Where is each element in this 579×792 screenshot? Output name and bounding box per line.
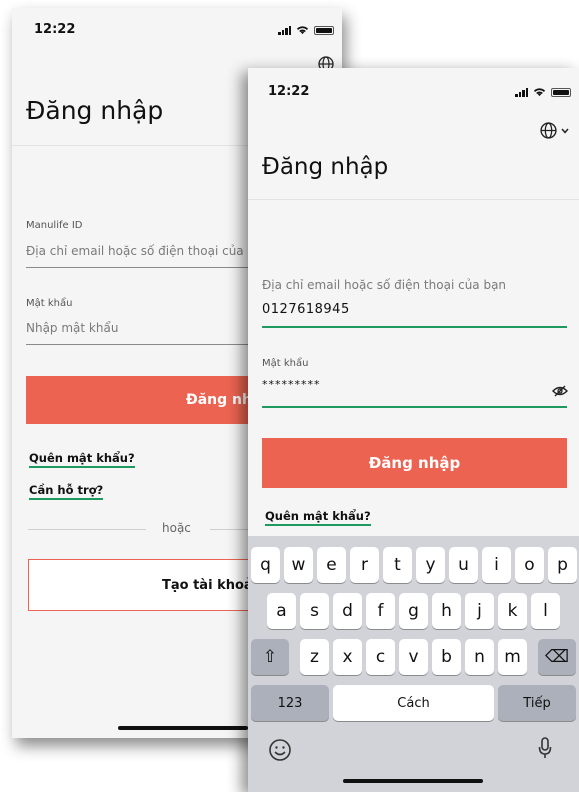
forgot-password-link[interactable]: Quên mật khẩu? [29,451,135,468]
status-icons [278,25,334,35]
numbers-key[interactable]: 123 [251,685,329,721]
status-icons [515,87,571,97]
dictation-button[interactable] [538,736,552,764]
manulife-id-label: Manulife ID [26,220,83,231]
onscreen-keyboard: q w e r t y u i o p a s d f g h j k l ⇧ … [248,536,579,792]
key-y[interactable]: y [416,547,445,583]
mic-icon [538,737,552,758]
language-selector[interactable] [540,122,569,139]
home-indicator [118,726,248,730]
page-title: Đăng nhập [262,154,389,180]
shift-key[interactable]: ⇧ [251,639,289,675]
return-key[interactable]: Tiếp [498,685,576,721]
phone-email-underline [262,326,567,328]
key-v[interactable]: v [399,639,428,675]
key-a[interactable]: a [267,593,296,629]
home-indicator [343,779,483,783]
key-s[interactable]: s [300,593,329,629]
signal-icon [515,87,528,97]
key-m[interactable]: m [498,639,527,675]
password-label: Mật khẩu [26,298,73,309]
status-bar: 12:22 [12,8,342,50]
page-title: Đăng nhập [26,96,164,125]
forgot-password-underline [265,524,371,526]
key-l[interactable]: l [531,593,560,629]
battery-icon [551,87,571,97]
chevron-down-icon [561,128,569,134]
key-k[interactable]: k [498,593,527,629]
key-u[interactable]: u [449,547,478,583]
key-h[interactable]: h [432,593,461,629]
key-x[interactable]: x [333,639,362,675]
password-label: Mật khẩu [262,358,309,369]
login-button-label: Đăng nhập [368,454,461,472]
key-b[interactable]: b [432,639,461,675]
forgot-password-link[interactable]: Quên mật khẩu? [265,509,371,526]
delete-key[interactable]: ⌫ [538,639,576,675]
status-time: 12:22 [268,84,310,99]
key-q[interactable]: q [251,547,280,583]
space-key[interactable]: Cách [333,685,494,721]
or-text: hoặc [162,521,191,535]
need-help-link[interactable]: Cần hỗ trợ? [29,483,104,500]
emoji-icon [269,739,291,761]
title-divider [248,199,579,200]
forgot-password-text: Quên mật khẩu? [265,509,371,523]
key-r[interactable]: r [350,547,379,583]
key-z[interactable]: z [300,639,329,675]
phone-email-input[interactable]: 0127618945 [262,302,350,317]
manulife-id-input[interactable]: Địa chỉ email hoặc số điện thoại của bạn [26,244,270,258]
forgot-password-text: Quên mật khẩu? [29,451,135,465]
key-d[interactable]: d [333,593,362,629]
wifi-icon [296,26,309,35]
front-login-screen: 12:22 Đăng nhập Địa chỉ email hoặc số đi… [248,68,579,792]
status-time: 12:22 [34,22,76,37]
shift-icon: ⇧ [262,647,278,667]
key-i[interactable]: i [482,547,511,583]
forgot-password-underline [29,466,135,468]
delete-icon: ⌫ [544,647,570,667]
key-f[interactable]: f [366,593,395,629]
screenshot-stage: 12:22 Đăng nhập Manulife ID Địa chỉ emai… [0,0,579,792]
password-input[interactable]: ********* [262,378,321,391]
key-j[interactable]: j [465,593,494,629]
key-e[interactable]: e [317,547,346,583]
key-n[interactable]: n [465,639,494,675]
phone-email-label: Địa chỉ email hoặc số điện thoại của bạn [262,278,507,292]
or-divider-left [28,529,146,530]
password-input[interactable]: Nhập mật khẩu [26,321,118,335]
key-c[interactable]: c [366,639,395,675]
key-t[interactable]: t [383,547,412,583]
key-o[interactable]: o [515,547,544,583]
hide-password-icon[interactable] [552,382,568,401]
key-g[interactable]: g [399,593,428,629]
need-help-underline [29,498,104,500]
need-help-text: Cần hỗ trợ? [29,483,104,497]
signal-icon [278,25,291,35]
battery-icon [314,25,334,35]
emoji-button[interactable] [268,738,292,766]
password-underline [262,406,567,408]
key-w[interactable]: w [284,547,313,583]
login-button[interactable]: Đăng nhập [262,438,567,488]
wifi-icon [533,88,546,97]
key-p[interactable]: p [548,547,577,583]
globe-icon [540,122,557,139]
